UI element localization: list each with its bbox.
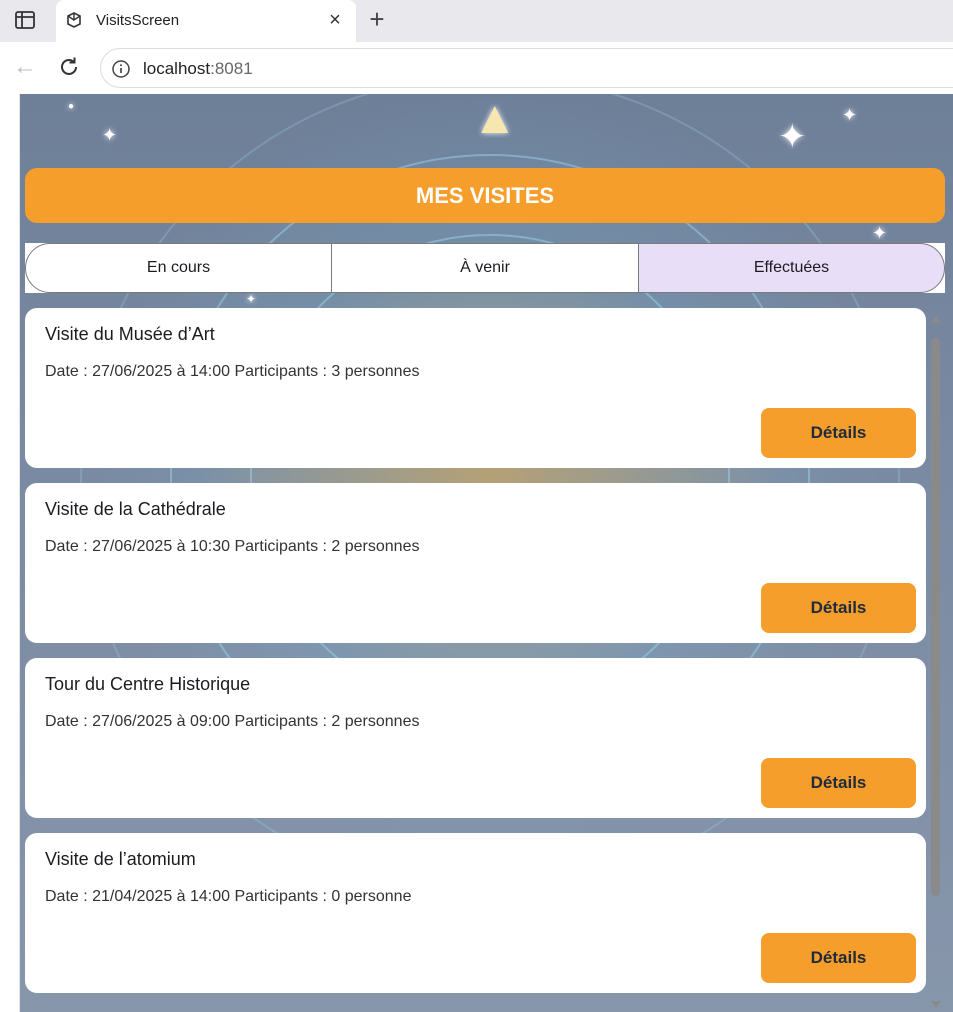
browser-tab[interactable]: VisitsScreen × [56, 0, 356, 42]
site-info-icon[interactable] [111, 59, 131, 79]
star-icon: ✦ [102, 125, 118, 145]
star-icon: ✦ [778, 118, 807, 156]
visit-meta: Date : 27/06/2025 à 09:00 Participants :… [45, 713, 420, 730]
star-icon: ✦ [842, 105, 858, 125]
new-tab-icon[interactable]: + [366, 6, 388, 34]
url-text: localhost:8081 [143, 59, 253, 79]
scroll-up-arrow-icon[interactable] [930, 312, 942, 324]
visit-title: Visite de la Cathédrale [45, 499, 226, 519]
browser-toolbar: ← localhost:8081 [0, 42, 953, 94]
reload-icon[interactable] [56, 54, 82, 80]
page-left-gutter [4, 94, 20, 1012]
visit-meta: Date : 21/04/2025 à 14:00 Participants :… [45, 888, 412, 905]
visit-card: Visite de l’atomium Date : 21/04/2025 à … [25, 833, 926, 993]
star-icon: ▲ [472, 94, 518, 143]
page-viewport: ✦ ✦ ✦ ● ▲ ✦ ✦ MES VISITES En cours À ven… [0, 94, 953, 1012]
scroll-thumb[interactable] [931, 338, 940, 896]
details-button[interactable]: Détails [761, 933, 916, 983]
star-icon: ● [68, 101, 75, 112]
tab-en-cours[interactable]: En cours [25, 243, 332, 293]
star-icon: ✦ [872, 223, 888, 243]
close-icon[interactable]: × [326, 10, 344, 30]
scroll-down-arrow-icon[interactable] [930, 998, 942, 1010]
visit-card: Visite de la Cathédrale Date : 27/06/202… [25, 483, 926, 643]
details-button[interactable]: Détails [761, 758, 916, 808]
url-host: localhost [143, 59, 211, 78]
details-button[interactable]: Détails [761, 408, 916, 458]
details-button[interactable]: Détails [761, 583, 916, 633]
visit-title: Tour du Centre Historique [45, 674, 251, 694]
visit-title: Visite de l’atomium [45, 849, 196, 869]
visit-status-tabs: En cours À venir Effectuées [25, 243, 945, 293]
visit-card: Visite du Musée d’Art Date : 27/06/2025 … [25, 308, 926, 468]
page-title: MES VISITES [415, 183, 555, 208]
browser-tabstrip: VisitsScreen × + [0, 0, 953, 42]
tab-a-venir[interactable]: À venir [331, 243, 639, 293]
app-favicon-icon [64, 10, 84, 30]
visit-title: Visite du Musée d’Art [45, 324, 215, 344]
visit-card: Tour du Centre Historique Date : 27/06/2… [25, 658, 926, 818]
visit-meta: Date : 27/06/2025 à 14:00 Participants :… [45, 363, 420, 380]
tab-effectuees[interactable]: Effectuées [638, 243, 945, 293]
url-port: :8081 [210, 59, 253, 78]
list-scrollbar[interactable] [928, 308, 944, 1012]
header-bar: MES VISITES [25, 168, 945, 223]
address-bar[interactable]: localhost:8081 [100, 48, 953, 88]
sidebar-toggle-icon[interactable] [14, 10, 36, 30]
visit-list[interactable]: Visite du Musée d’Art Date : 27/06/2025 … [25, 308, 926, 1012]
back-icon[interactable]: ← [12, 54, 38, 80]
visit-meta: Date : 27/06/2025 à 10:30 Participants :… [45, 538, 420, 555]
tab-title: VisitsScreen [96, 12, 180, 29]
